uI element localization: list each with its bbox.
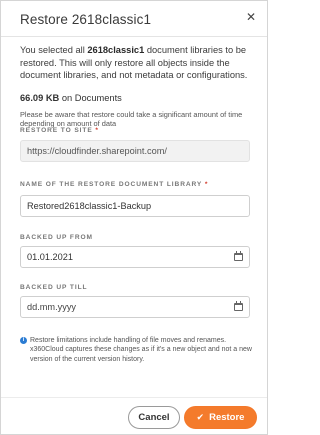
size-suffix: on Documents bbox=[59, 92, 122, 103]
backed-up-till-placeholder: dd.mm.yyyy bbox=[27, 302, 77, 312]
library-name-input[interactable]: Restored2618classic1-Backup bbox=[20, 195, 250, 217]
library-name-label: NAME OF THE RESTORE DOCUMENT LIBRARY * bbox=[20, 181, 208, 188]
required-mark: * bbox=[95, 127, 99, 134]
intro-library-name: 2618classic1 bbox=[87, 45, 145, 55]
backed-up-till-input[interactable]: dd.mm.yyyy bbox=[20, 296, 250, 318]
backed-up-from-label: BACKED UP FROM bbox=[20, 234, 93, 241]
restore-to-site-field: https://cloudfinder.sharepoint.com/ bbox=[20, 140, 250, 162]
library-name-value: Restored2618classic1-Backup bbox=[27, 201, 152, 211]
footer-divider bbox=[1, 397, 267, 398]
restore-dialog: Restore 2618classic1 ✕ You selected all … bbox=[0, 0, 268, 435]
backed-up-from-value: 01.01.2021 bbox=[27, 252, 73, 262]
library-name-label-text: NAME OF THE RESTORE DOCUMENT LIBRARY bbox=[20, 181, 203, 188]
backed-up-till-label: BACKED UP TILL bbox=[20, 284, 88, 291]
check-icon: ✔ bbox=[196, 412, 205, 422]
restore-to-site-label-text: RESTORE TO SITE bbox=[20, 127, 93, 134]
restore-button[interactable]: ✔ Restore bbox=[184, 406, 257, 429]
calendar-icon[interactable] bbox=[234, 301, 243, 311]
dialog-title: Restore 2618classic1 bbox=[20, 12, 152, 27]
required-mark: * bbox=[204, 181, 209, 188]
info-text: Restore limitations include handling of … bbox=[30, 337, 252, 363]
intro-before: You selected all bbox=[20, 45, 88, 55]
dialog-content: You selected all 2618classic1 document l… bbox=[20, 44, 252, 129]
restore-to-site-label: RESTORE TO SITE * bbox=[20, 127, 99, 134]
cancel-button[interactable]: Cancel bbox=[128, 406, 180, 429]
size-amount: 66.09 KB bbox=[20, 92, 60, 103]
restore-to-site-value: https://cloudfinder.sharepoint.com/ bbox=[27, 146, 167, 156]
close-icon[interactable]: ✕ bbox=[244, 10, 258, 24]
restore-button-label: Restore bbox=[209, 412, 245, 423]
dialog-header: Restore 2618classic1 ✕ bbox=[1, 1, 267, 37]
restore-limitations-info: i Restore limitations include handling o… bbox=[20, 336, 252, 364]
intro-text: You selected all 2618classic1 document l… bbox=[20, 44, 252, 82]
size-summary: 66.09 KB on Documents bbox=[20, 93, 252, 103]
backed-up-from-input[interactable]: 01.01.2021 bbox=[20, 246, 250, 268]
calendar-icon[interactable] bbox=[234, 251, 243, 261]
info-icon: i bbox=[20, 337, 27, 344]
